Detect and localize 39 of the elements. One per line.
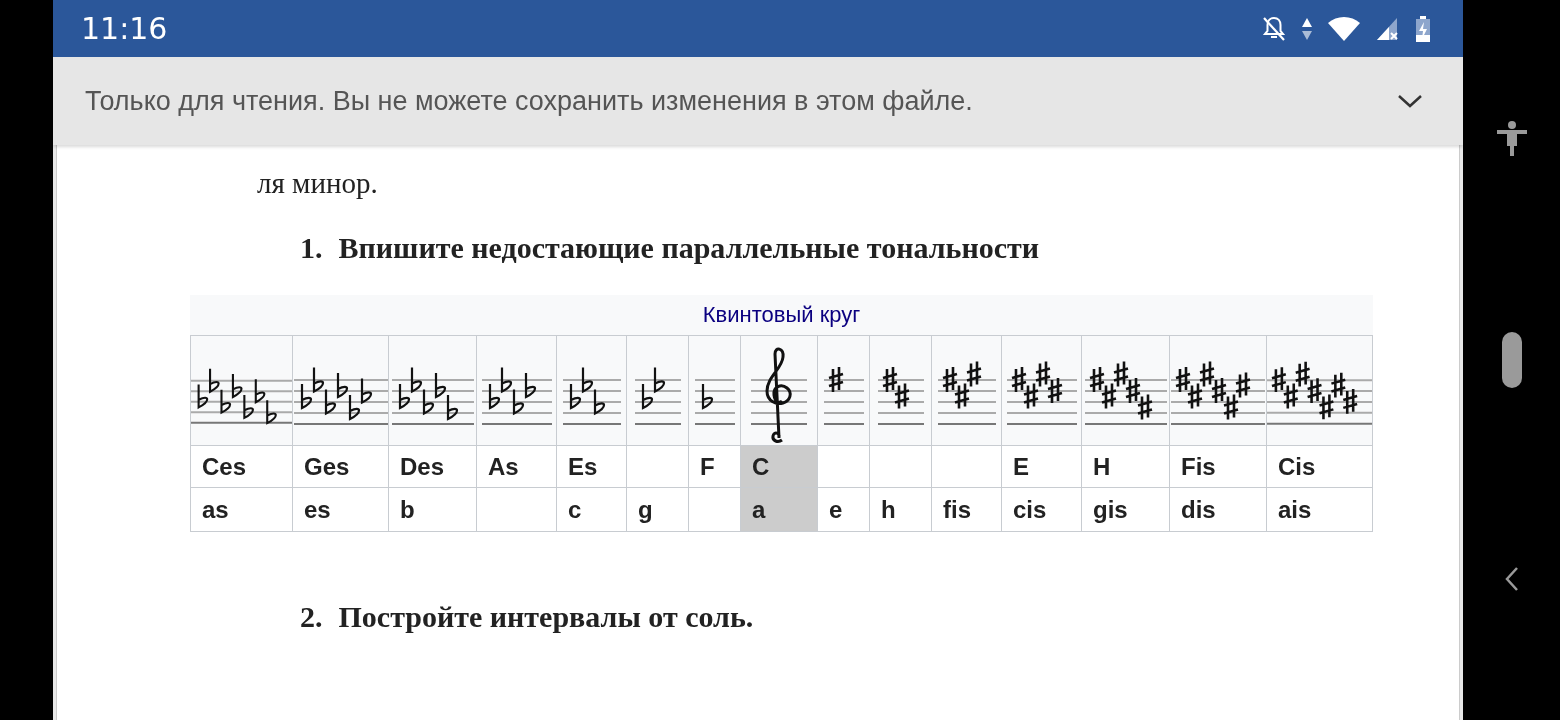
table-title: Квинтовый круг [190,295,1373,335]
major-key-cell: Cis [1266,445,1373,487]
major-key-cell: Ges [292,445,388,487]
minor-key-cell: c [556,487,626,532]
major-key-cell: Es [556,445,626,487]
minor-key-cell: gis [1081,487,1169,532]
back-icon[interactable] [1503,566,1520,592]
minor-key-cell: es [292,487,388,532]
battery-charging-icon [1415,14,1431,43]
major-key-cell: Ces [190,445,292,487]
banner-message: Только для чтения. Вы не можете сохранить изменения в этом файле. [85,85,973,117]
chevron-down-icon[interactable] [1397,93,1423,109]
minor-key-cell: cis [1001,487,1081,532]
minor-key-cell: dis [1169,487,1266,532]
minor-key-cell: fis [931,487,1001,532]
treble-clef-staff-icon [749,346,809,445]
major-key-cell: Des [388,445,476,487]
clock-time: 11:16 [81,11,168,46]
wifi-icon [1327,15,1361,42]
major-key-cell: As [476,445,556,487]
bell-off-icon [1261,14,1287,43]
minor-key-cell: a [740,487,817,532]
major-key-cell: F [688,445,740,487]
minor-key-cell: h [869,487,931,532]
heading-text: Постройте интервалы от соль. [338,599,754,635]
major-key-cell: C [740,445,817,487]
minor-key-cell: ais [1266,487,1373,532]
minor-key-cell: g [626,487,688,532]
major-key-cell: Fis [1169,445,1266,487]
list-number: 2. [300,599,323,635]
minor-key-cell: b [388,487,476,532]
minor-key-cell: e [817,487,869,532]
list-number: 1. [300,230,323,266]
scroll-handle[interactable] [1501,332,1522,388]
major-key-cell: E [1001,445,1081,487]
minor-key-cell: as [190,487,292,532]
major-key-cell: H [1081,445,1169,487]
heading-text: Впишите недостающие параллельные тональности [338,230,1040,266]
paragraph: ля минор. [257,166,379,201]
